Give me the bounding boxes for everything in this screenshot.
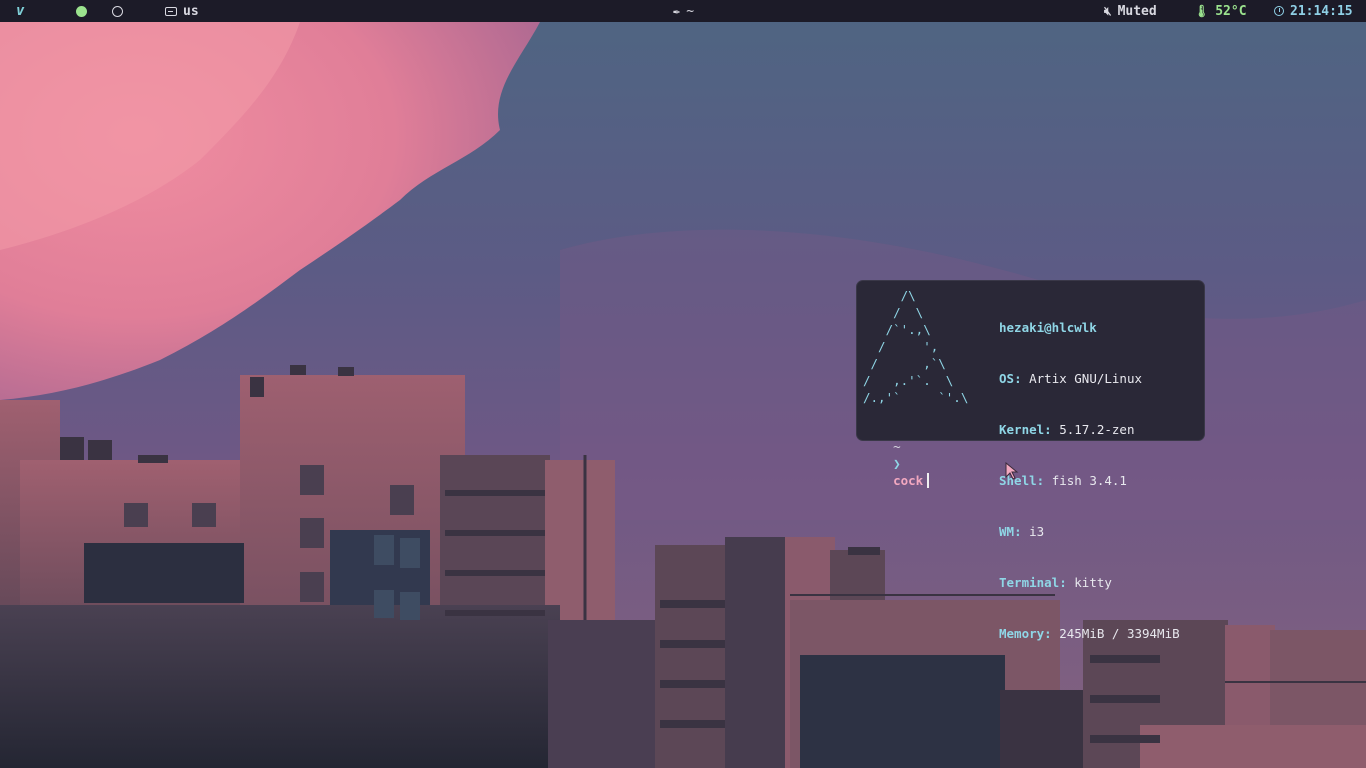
clock-indicator[interactable]: 21:14:15: [1274, 0, 1353, 22]
clock-label: 21:14:15: [1290, 3, 1353, 19]
window-title-label: ~: [686, 3, 695, 19]
info-line-memory: Memory: 245MiB / 3394MiB: [999, 626, 1180, 641]
clock-icon: [1274, 6, 1284, 16]
workspace-idle-circle-icon: [112, 5, 123, 17]
launcher-button[interactable]: v: [16, 0, 24, 22]
prompt-cwd: ~: [893, 439, 901, 454]
artix-ascii-logo: /\ / \ /`'.,\ / ', / ,`\ / ,.'`. \ /.,'`…: [863, 288, 969, 405]
info-line-terminal: Terminal: kitty: [999, 575, 1112, 590]
window-title: ✒ ~: [673, 0, 694, 22]
workspace-active-dot-icon: [76, 5, 87, 17]
mouse-pointer-icon: [1005, 462, 1019, 480]
info-line-kernel: Kernel: 5.17.2-zen: [999, 422, 1135, 437]
keyboard-icon: [165, 6, 177, 16]
feather-icon: ✒: [673, 4, 681, 18]
temperature-indicator: 🌡︎ 52°C: [1194, 0, 1247, 22]
user-host: hezaki@hlcwlk: [999, 320, 1097, 335]
thermometer-icon: 🌡︎: [1194, 4, 1210, 18]
workspace-1[interactable]: [76, 0, 87, 22]
volume-indicator[interactable]: 🔇︎ Muted: [1104, 0, 1157, 22]
void-logo-icon: v: [16, 3, 25, 19]
keyboard-layout-label: us: [183, 3, 199, 19]
keyboard-layout-indicator[interactable]: us: [165, 0, 199, 22]
info-line-os: OS: Artix GNU/Linux: [999, 371, 1143, 386]
prompt-arrow-icon: ❯: [893, 456, 901, 471]
speaker-muted-icon: 🔇︎: [1104, 3, 1112, 18]
fetch-info: hezaki@hlcwlk OS: Artix GNU/Linux Kernel…: [999, 285, 1180, 676]
info-line-shell: Shell: fish 3.4.1: [999, 473, 1127, 488]
prompt-command: cock: [893, 473, 924, 488]
workspace-2[interactable]: [112, 0, 123, 22]
info-line-wm: WM: i3: [999, 524, 1045, 539]
top-status-bar: v us ✒ ~ 🔇︎ Muted 🌡︎ 52°C 21:14:15: [0, 0, 1366, 22]
shell-prompt[interactable]: ~ ❯ cock: [863, 421, 929, 506]
kitty-terminal-window[interactable]: /\ / \ /`'.,\ / ', / ,`\ / ,.'`. \ /.,'`…: [856, 280, 1205, 641]
temperature-label: 52°C: [1215, 3, 1247, 19]
volume-label: Muted: [1117, 3, 1157, 19]
text-cursor: [927, 473, 929, 488]
